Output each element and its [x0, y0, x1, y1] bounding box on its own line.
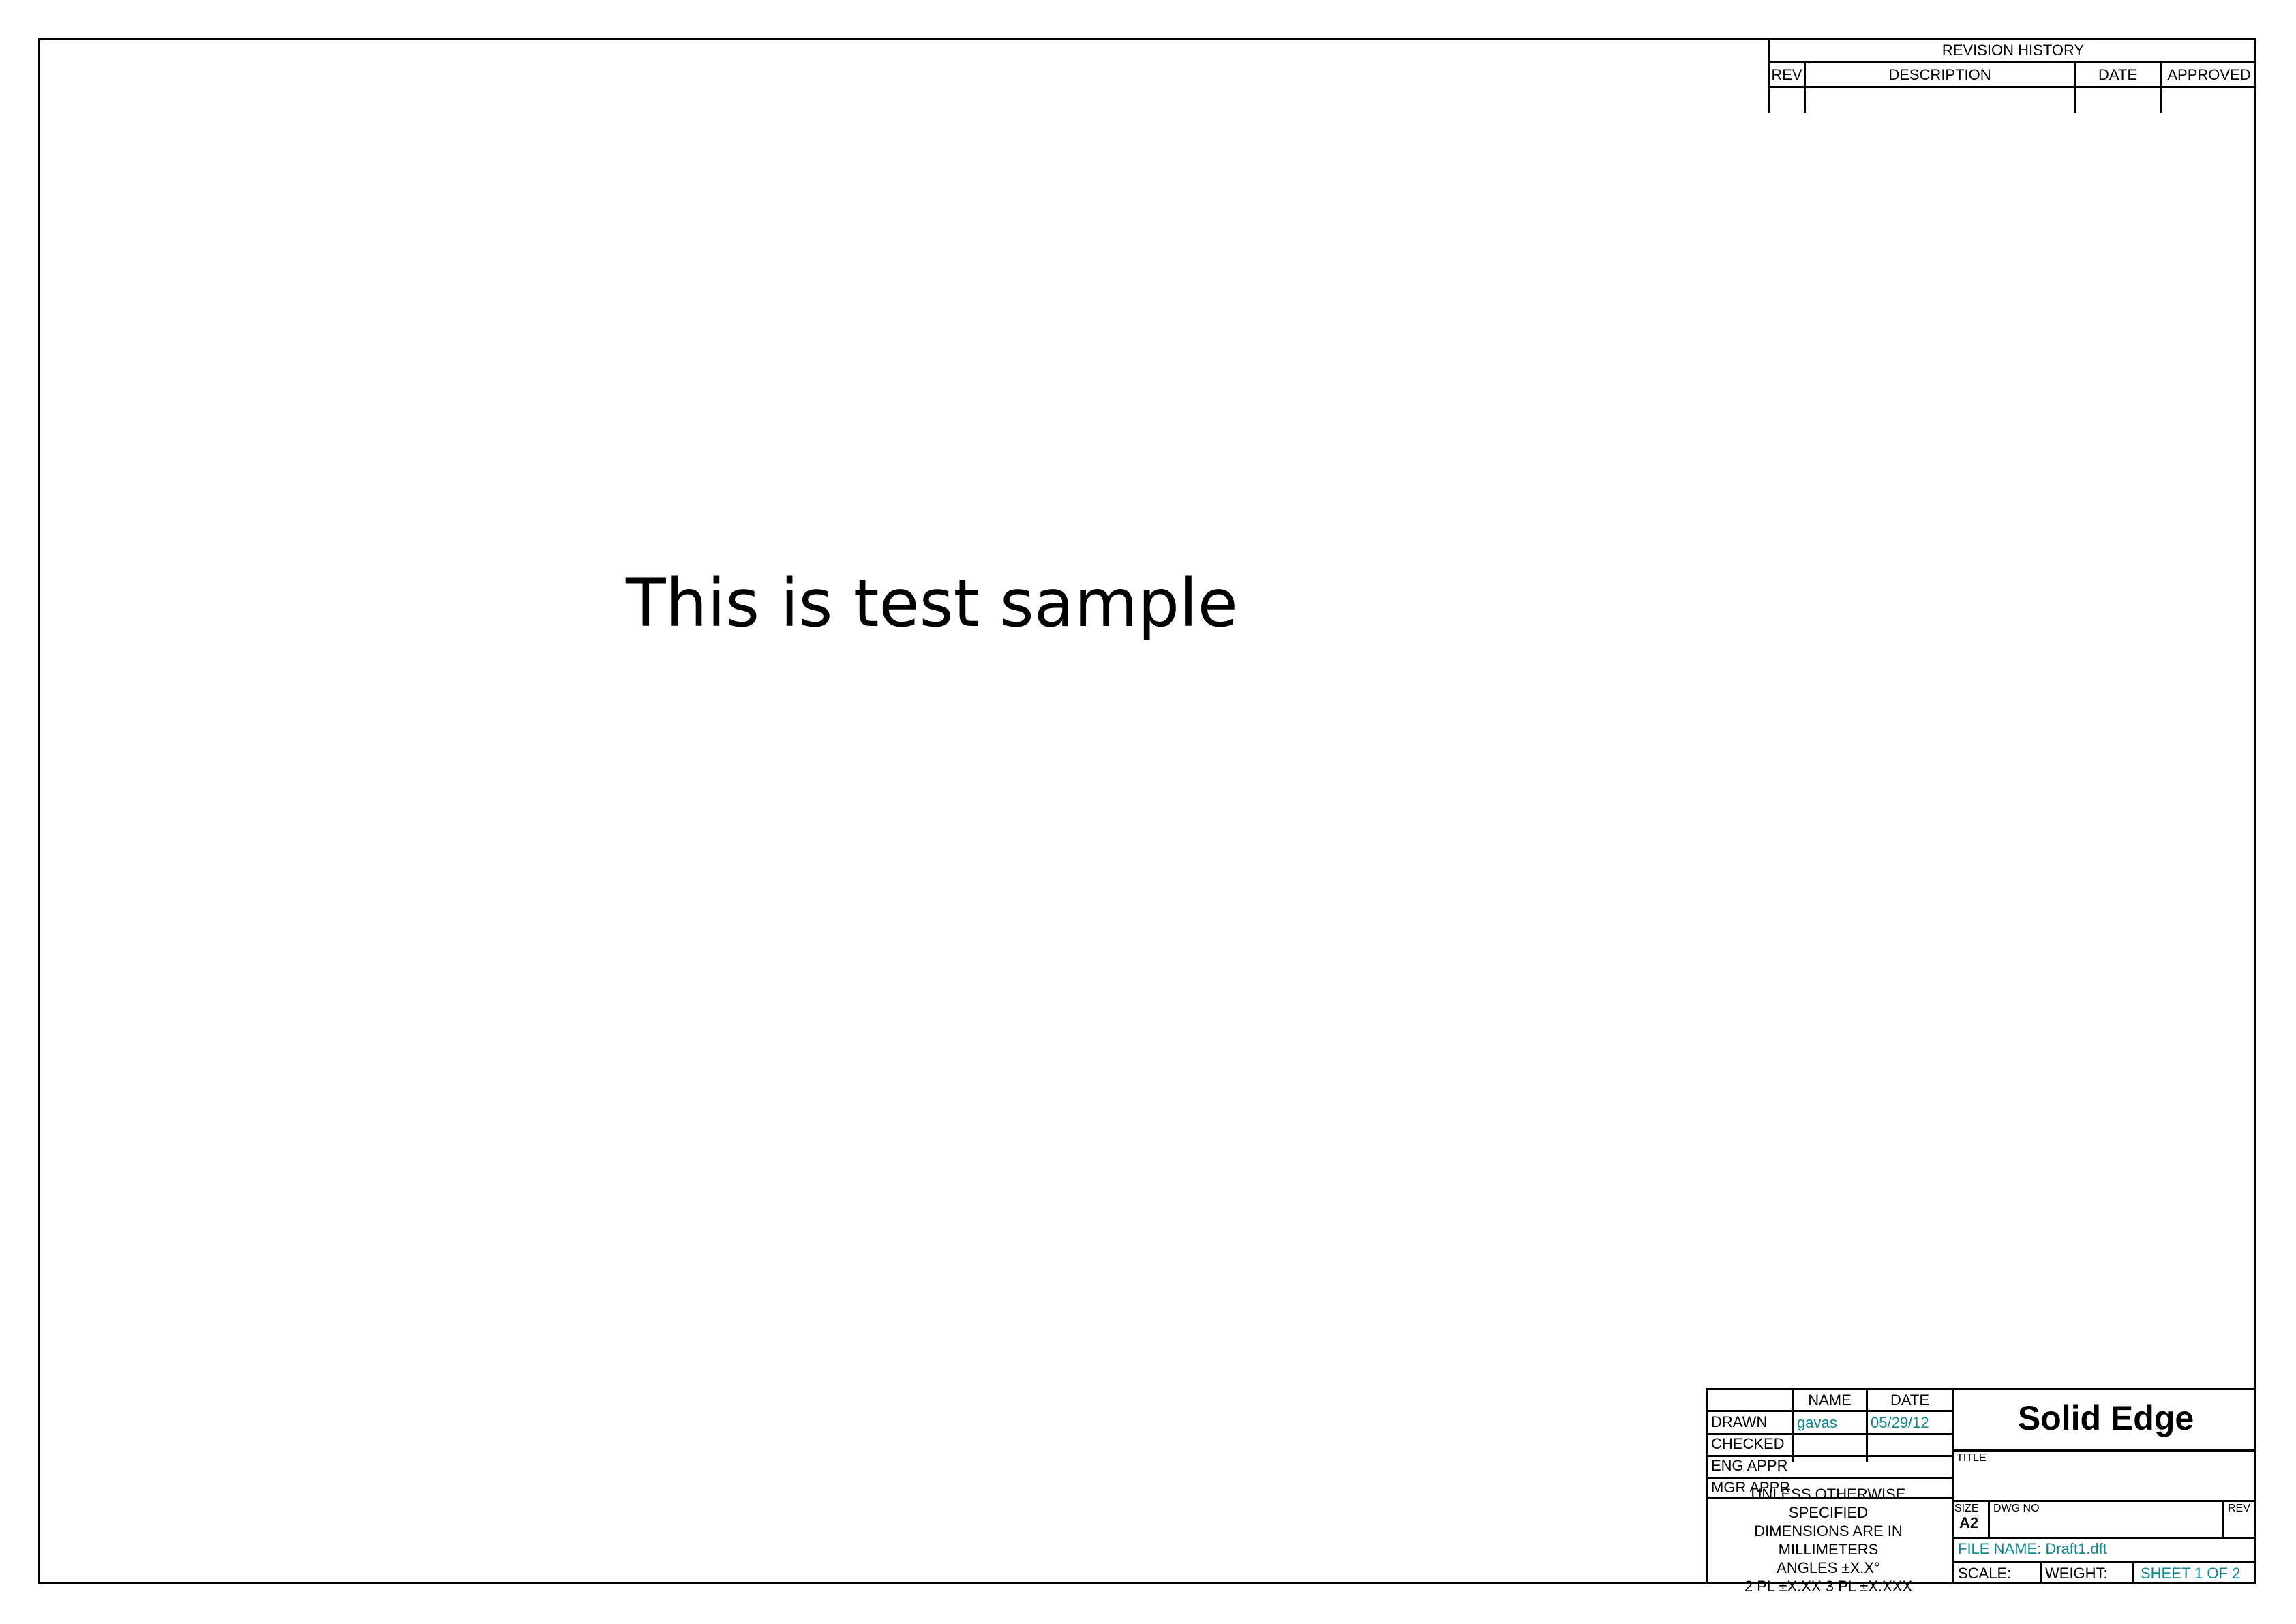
drawn-label: DRAWN	[1711, 1413, 1768, 1430]
sheet-indicator: SHEET 1 OF 2	[2141, 1565, 2241, 1582]
drawn-name-value[interactable]: gavas	[1797, 1415, 1837, 1431]
tb-title-divider	[1952, 1500, 2256, 1502]
rev-label: REV	[2228, 1503, 2250, 1514]
weight-label: WEIGHT:	[2045, 1565, 2108, 1582]
tolerance-note-line: SPECIFIED	[1788, 1504, 1869, 1521]
tb-scale-divider	[2040, 1561, 2042, 1584]
dwg-no-label: DWG NO	[1993, 1503, 2040, 1514]
tb-size-row-divider	[1952, 1537, 2256, 1539]
tb-weight-divider	[2132, 1561, 2134, 1584]
scale-label: SCALE:	[1958, 1565, 2012, 1582]
description-column-header: DESCRIPTION	[1888, 66, 1991, 83]
tb-rev-divider	[2222, 1500, 2224, 1537]
tb-name-header: NAME	[1808, 1392, 1852, 1409]
tolerance-note-line: UNLESS OTHERWISE	[1751, 1486, 1906, 1503]
tolerance-note-line: MILLIMETERS	[1778, 1541, 1879, 1558]
rev-table-title-divider	[1768, 61, 2256, 63]
sheet-border	[38, 38, 2256, 1584]
tb-size-divider	[1988, 1500, 1990, 1537]
tolerance-note-line: 2 PL ±X.XX 3 PL ±X.XXX	[1744, 1578, 1913, 1595]
title-label: TITLE	[1957, 1452, 1987, 1464]
drawn-date-value[interactable]: 05/29/12	[1871, 1415, 1929, 1431]
tolerance-note-line: ANGLES ±X.X°	[1777, 1559, 1880, 1576]
size-label: SIZE	[1954, 1503, 1979, 1514]
tolerance-note-line: DIMENSIONS ARE IN	[1754, 1522, 1903, 1539]
checked-label: CHECKED	[1711, 1435, 1785, 1452]
rev-column-header: REV	[1771, 66, 1802, 83]
tolerance-notes: UNLESS OTHERWISE SPECIFIED DIMENSIONS AR…	[1706, 1485, 1951, 1595]
tb-header-divider	[1706, 1410, 1952, 1412]
tb-date-header: DATE	[1890, 1392, 1930, 1409]
file-name-value[interactable]: FILE NAME: Draft1.dft	[1958, 1541, 2107, 1557]
drawing-sample-text[interactable]: This is test sample	[626, 566, 1238, 641]
rev-table-header-divider	[1768, 86, 2256, 88]
revision-history-title: REVISION HISTORY	[1942, 42, 2085, 59]
tb-brand-divider	[1952, 1449, 2256, 1452]
tb-top-border	[1706, 1388, 2256, 1390]
size-value: A2	[1959, 1514, 1979, 1531]
eng-appr-label: ENG APPR	[1711, 1457, 1788, 1474]
brand-name: Solid Edge	[2017, 1399, 2194, 1437]
date-column-header: DATE	[2098, 66, 2138, 83]
approved-column-header: APPROVED	[2167, 66, 2251, 83]
tb-file-row-divider	[1952, 1561, 2256, 1563]
